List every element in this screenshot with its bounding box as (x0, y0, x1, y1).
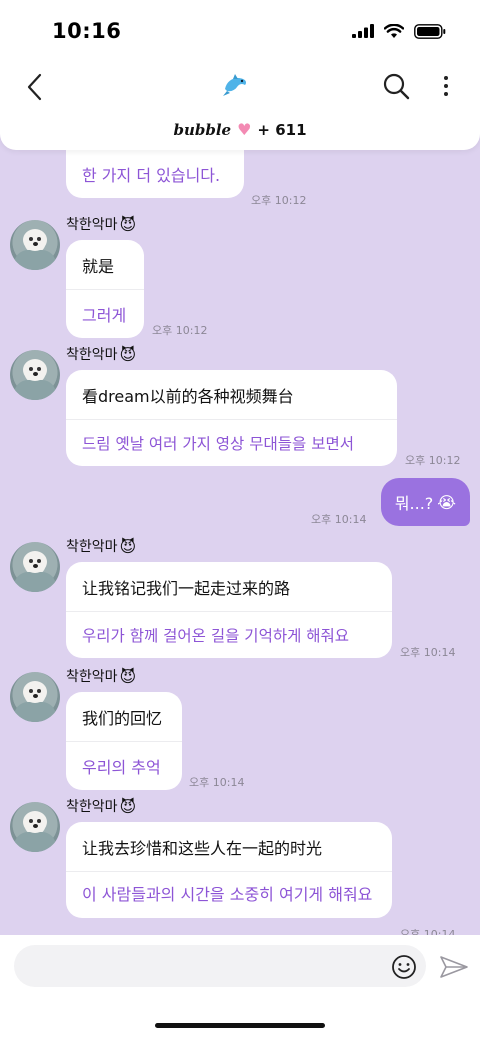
translation-text: 우리가 함께 걸어온 길을 기억하게 해줘요 (66, 611, 392, 658)
bubble-subscription-line[interactable]: bubble ♥ + 611 (0, 120, 480, 139)
original-text: 看dream以前的各种视频舞台 (82, 387, 294, 406)
sender-name-text: 착한악마 (66, 799, 118, 815)
chat-area[interactable]: 한 가지 더 있습니다. 오후 10:12 착한악마 😈 就是 그러게 오후 1… (0, 150, 480, 935)
translation-text: 이 사람들과의 시간을 소중히 여기게 해줘요 (66, 871, 392, 918)
bubble-count: + 611 (257, 120, 307, 139)
avatar[interactable] (10, 350, 60, 400)
sent-message-bubble[interactable]: 뭐...? 😭 (380, 478, 470, 526)
message-time: 오후 10:14 (400, 928, 456, 935)
devil-emoji-icon: 😈 (119, 214, 137, 234)
search-button[interactable] (380, 70, 412, 102)
translation-text: 그러게 (66, 289, 144, 338)
dolphin-icon (218, 68, 252, 102)
sender-name-text: 착한악마 (66, 669, 118, 685)
battery-icon (414, 23, 446, 39)
sender-name: 착한악마 😈 (66, 536, 136, 556)
status-bar: 10:16 (0, 0, 480, 62)
crying-emoji-icon: 😭 (437, 492, 456, 512)
smiley-icon (392, 955, 416, 979)
sender-name: 착한악마 😈 (66, 344, 136, 364)
status-time: 10:16 (52, 19, 122, 43)
message-bubble[interactable]: 让我铭记我们一起走过来的路 우리가 함께 걸어온 길을 기억하게 해줘요 (66, 562, 392, 658)
message-bubble[interactable]: 我们的回忆 우리의 추억 (66, 692, 182, 790)
message-time: 오후 10:14 (400, 646, 456, 659)
emoji-button[interactable] (390, 953, 418, 981)
avatar[interactable] (10, 672, 60, 722)
sender-name-text: 착한악마 (66, 539, 118, 555)
original-text: 让我铭记我们一起走过来的路 (82, 579, 291, 598)
devil-emoji-icon: 😈 (119, 796, 137, 816)
chat-header: bubble ♥ + 611 (0, 62, 480, 150)
vertical-dots-icon (444, 76, 448, 96)
devil-emoji-icon: 😈 (119, 536, 137, 556)
translation-text: 우리의 추억 (66, 741, 182, 790)
message-time: 오후 10:12 (152, 324, 208, 337)
home-indicator (155, 1023, 325, 1028)
search-icon (383, 73, 410, 100)
message-input[interactable] (14, 945, 426, 987)
composer-bar (0, 935, 480, 1039)
message-bubble[interactable]: 한 가지 더 있습니다. (66, 150, 244, 198)
sender-name: 착한악마 😈 (66, 796, 136, 816)
original-text: 我们的回忆 (82, 709, 163, 728)
message-time: 오후 10:14 (311, 513, 367, 526)
devil-emoji-icon: 😈 (119, 666, 137, 686)
sender-name-text: 착한악마 (66, 347, 118, 363)
avatar[interactable] (10, 220, 60, 270)
devil-emoji-icon: 😈 (119, 344, 137, 364)
status-icons (352, 23, 446, 39)
original-text: 让我去珍惜和这些人在一起的时光 (82, 839, 323, 858)
message-bubble[interactable]: 让我去珍惜和这些人在一起的时光 이 사람들과의 시간을 소중히 여기게 해줘요 (66, 822, 392, 918)
message-time: 오후 10:14 (189, 776, 245, 789)
message-bubble[interactable]: 看dream以前的各种视频舞台 드림 옛날 여러 가지 영상 무대들을 보면서 (66, 370, 397, 466)
back-button[interactable] (18, 70, 52, 104)
heart-icon: ♥ (237, 120, 252, 139)
translation-text: 드림 옛날 여러 가지 영상 무대들을 보면서 (66, 419, 397, 466)
chevron-left-icon (27, 73, 42, 101)
message-bubble[interactable]: 就是 그러게 (66, 240, 144, 338)
sender-name: 착한악마 😈 (66, 214, 136, 234)
message-time: 오후 10:12 (251, 194, 307, 207)
sent-message-text: 뭐...? (394, 494, 434, 513)
bubble-brand: bubble (173, 120, 232, 139)
avatar[interactable] (10, 542, 60, 592)
sender-name: 착한악마 😈 (66, 666, 136, 686)
avatar[interactable] (10, 802, 60, 852)
sender-name-text: 착한악마 (66, 217, 118, 233)
wifi-icon (384, 23, 404, 38)
message-time: 오후 10:12 (405, 454, 461, 467)
more-options-button[interactable] (432, 70, 460, 102)
translation-text: 한 가지 더 있습니다. (82, 166, 221, 185)
paper-plane-icon (440, 956, 468, 978)
signal-icon (352, 24, 374, 38)
original-text: 就是 (82, 257, 115, 276)
send-button[interactable] (438, 951, 470, 983)
